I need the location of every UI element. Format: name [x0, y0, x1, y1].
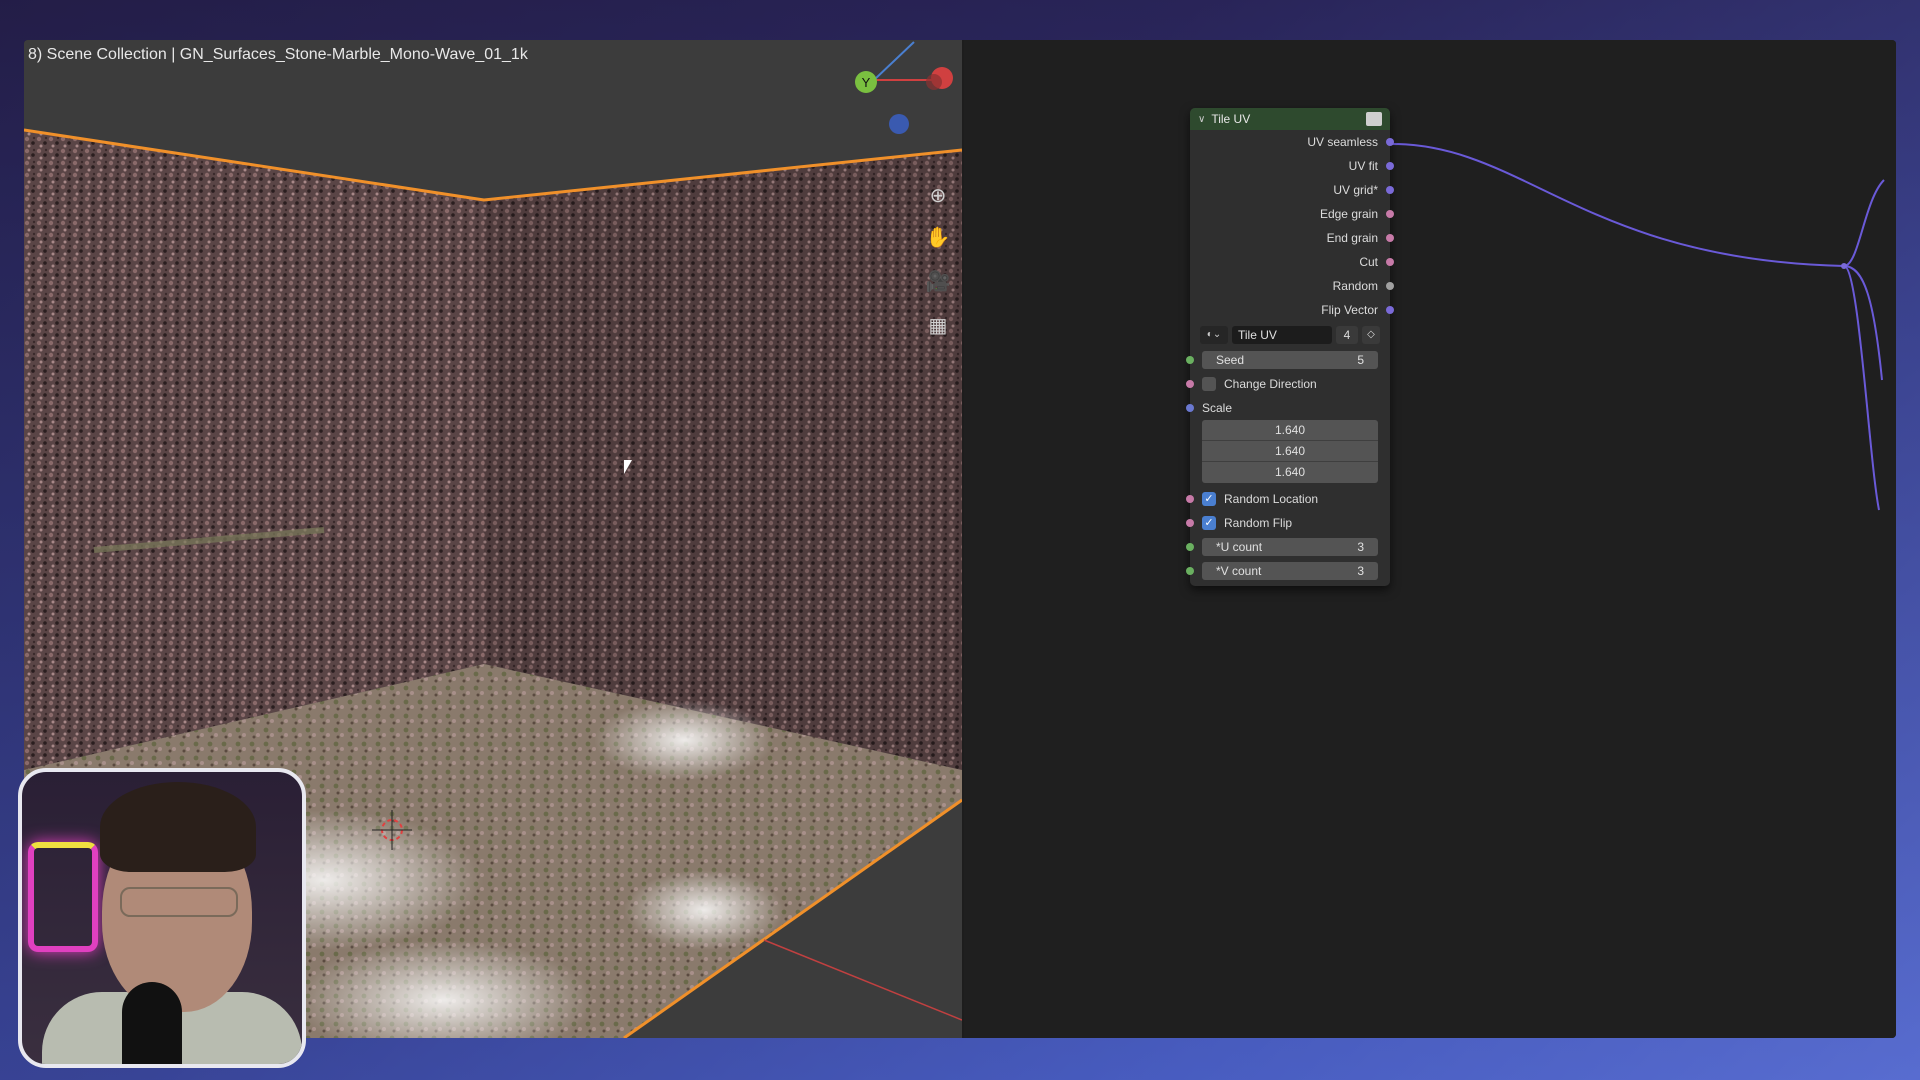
presenter-glasses	[120, 887, 238, 917]
zoom-icon[interactable]: ⊕	[924, 182, 952, 210]
u-count-field[interactable]: *U count 3	[1202, 538, 1378, 556]
pan-hand-icon[interactable]: ✋	[924, 224, 952, 252]
output-label: UV grid*	[1333, 183, 1378, 197]
output-label: End grain	[1326, 231, 1378, 245]
output-socket[interactable]	[1386, 282, 1394, 290]
tile-uv-node[interactable]: ∨ Tile UV UV seamless UV fit UV grid* Ed…	[1186, 108, 1394, 586]
v-count-field[interactable]: *V count 3	[1202, 562, 1378, 580]
input-socket[interactable]	[1186, 380, 1194, 388]
random-location-label: Random Location	[1224, 492, 1319, 506]
random-flip-row: ✓ Random Flip	[1186, 511, 1390, 535]
random-flip-label: Random Flip	[1224, 516, 1293, 530]
output-socket-row: Flip Vector	[1190, 298, 1394, 322]
node-group-users-count[interactable]: 4	[1336, 326, 1358, 344]
scale-z-field[interactable]: 1.640	[1202, 462, 1378, 483]
output-socket-row: UV fit	[1190, 154, 1394, 178]
random-location-checkbox[interactable]: ✓	[1202, 492, 1216, 506]
camera-icon[interactable]: 🎥	[924, 268, 952, 296]
navigation-gizmo[interactable]: Y	[834, 40, 954, 150]
input-socket[interactable]	[1186, 567, 1194, 575]
scale-label: Scale	[1202, 401, 1233, 415]
output-socket[interactable]	[1386, 162, 1394, 170]
output-label: Flip Vector	[1321, 303, 1378, 317]
scale-row: Scale	[1186, 396, 1390, 420]
v-count-row: *V count 3	[1186, 559, 1390, 583]
input-socket[interactable]	[1186, 495, 1194, 503]
presenter-hair	[100, 782, 256, 872]
u-count-row: *U count 3	[1186, 535, 1390, 559]
output-socket[interactable]	[1386, 258, 1394, 266]
output-socket-row: Cut	[1190, 250, 1394, 274]
node-wire	[1391, 143, 1885, 511]
webcam-overlay	[18, 768, 306, 1068]
node-title: Tile UV	[1211, 112, 1251, 126]
u-count-label: *U count	[1216, 540, 1263, 554]
input-socket[interactable]	[1186, 543, 1194, 551]
output-label: UV fit	[1348, 159, 1378, 173]
output-label: Random	[1332, 279, 1378, 293]
seed-field[interactable]: Seed 5	[1202, 351, 1378, 369]
input-socket[interactable]	[1186, 356, 1194, 364]
v-count-value: 3	[1357, 564, 1364, 578]
output-socket-row: End grain	[1190, 226, 1394, 250]
output-socket[interactable]	[1386, 210, 1394, 218]
grid-icon[interactable]: ▦	[924, 312, 952, 340]
scale-vector-field: 1.640 1.640 1.640	[1202, 420, 1378, 483]
input-socket[interactable]	[1186, 404, 1194, 412]
random-flip-checkbox[interactable]: ✓	[1202, 516, 1216, 530]
gizmo-y-label: Y	[862, 75, 871, 90]
seed-label: Seed	[1216, 353, 1245, 367]
change-direction-label: Change Direction	[1224, 377, 1317, 391]
output-socket-row: UV grid*	[1190, 178, 1394, 202]
output-label: Cut	[1359, 255, 1378, 269]
output-label: Edge grain	[1319, 207, 1378, 221]
output-socket-row: Edge grain	[1190, 202, 1394, 226]
seed-value: 5	[1357, 353, 1364, 367]
input-socket[interactable]	[1186, 519, 1194, 527]
fake-user-shield-icon[interactable]: ◇	[1362, 326, 1380, 344]
neon-sign	[28, 842, 98, 952]
output-socket[interactable]	[1386, 306, 1394, 314]
random-location-row: ✓ Random Location	[1186, 487, 1390, 511]
node-group-name-field[interactable]: Tile UV	[1232, 326, 1332, 344]
output-socket-row: Random	[1190, 274, 1394, 298]
change-direction-row: Change Direction	[1186, 372, 1390, 396]
seed-row: Seed 5	[1186, 348, 1390, 372]
scale-y-field[interactable]: 1.640	[1202, 441, 1378, 462]
node-group-selector: ◐⌄ Tile UV 4 ◇	[1190, 322, 1390, 348]
mouse-cursor-icon	[624, 460, 632, 474]
u-count-value: 3	[1357, 540, 1364, 554]
viewport-header-text: 8) Scene Collection | GN_Surfaces_Stone-…	[28, 46, 528, 63]
output-socket-row: UV seamless	[1190, 130, 1394, 154]
node-group-browse-icon[interactable]: ◐⌄	[1200, 326, 1228, 344]
output-label: UV seamless	[1307, 135, 1378, 149]
node-group-icon[interactable]	[1366, 112, 1382, 126]
node-editor[interactable]: ∨ Tile UV UV seamless UV fit UV grid* Ed…	[964, 40, 1896, 1038]
change-direction-checkbox[interactable]	[1202, 377, 1216, 391]
node-header[interactable]: ∨ Tile UV	[1190, 108, 1390, 130]
output-socket[interactable]	[1386, 138, 1394, 146]
microphone	[122, 982, 182, 1064]
scale-x-field[interactable]: 1.640	[1202, 420, 1378, 441]
output-socket[interactable]	[1386, 186, 1394, 194]
v-count-label: *V count	[1216, 564, 1262, 578]
output-socket[interactable]	[1386, 234, 1394, 242]
collapse-chevron-icon[interactable]: ∨	[1198, 114, 1205, 125]
